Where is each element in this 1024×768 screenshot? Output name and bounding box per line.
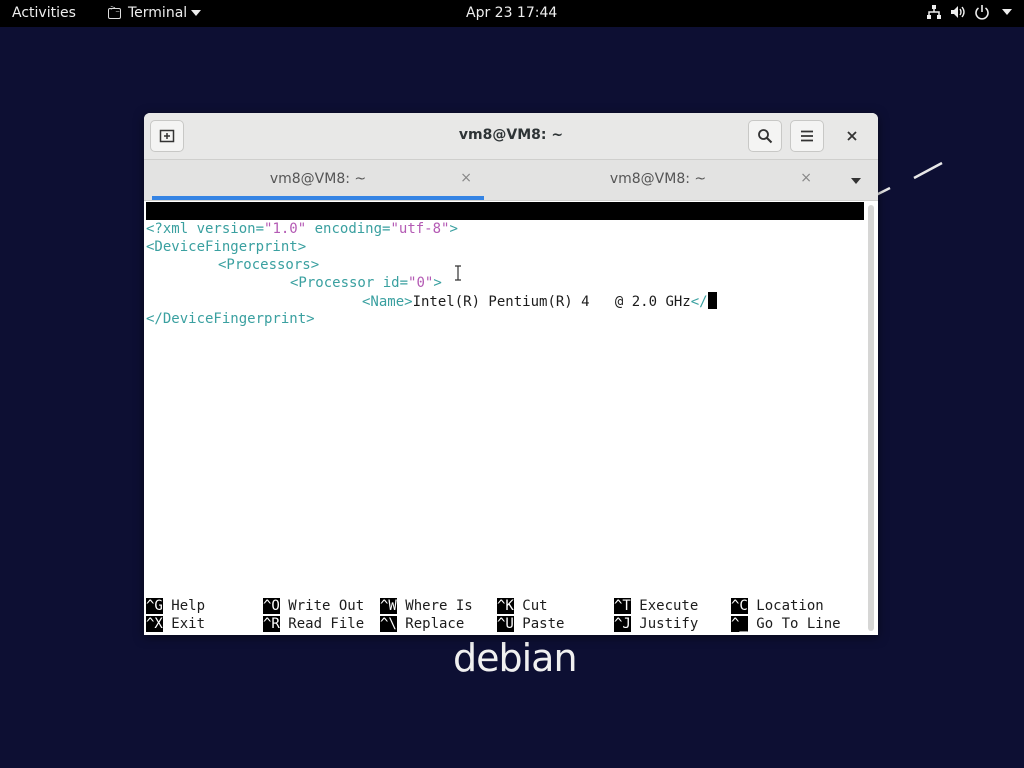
nano-filename: devicefingerprint.xml * xyxy=(432,239,626,255)
debian-logo: debian xyxy=(453,636,578,680)
attr-value: "0" xyxy=(408,275,434,291)
chevron-down-icon xyxy=(191,10,202,16)
shortcut-where-is[interactable]: ^W Where Is xyxy=(380,598,473,614)
shortcut-read-file[interactable]: ^R Read File xyxy=(263,616,364,632)
xml-tag: <Name> xyxy=(362,294,413,310)
xml-decl: <?xml version= xyxy=(146,221,265,237)
tab-label: vm8@VM8: ~ xyxy=(609,171,707,187)
hamburger-icon xyxy=(801,130,813,142)
close-window-button[interactable] xyxy=(842,126,862,146)
volume-icon xyxy=(950,4,966,20)
app-menu-label: Terminal xyxy=(128,5,188,21)
tab-2[interactable]: vm8@VM8: ~ × xyxy=(492,160,824,200)
power-icon xyxy=(974,4,990,20)
shortcut-replace[interactable]: ^\ Replace xyxy=(380,616,464,632)
xml-tag: <DeviceFingerprint> xyxy=(146,239,307,255)
close-tab-icon[interactable]: × xyxy=(800,170,812,186)
shortcut-execute[interactable]: ^T Execute xyxy=(614,598,698,614)
activities-button[interactable]: Activities xyxy=(12,5,76,21)
shortcut-cut[interactable]: ^K Cut xyxy=(497,598,548,614)
text-cursor xyxy=(707,292,717,309)
editor-line: <?xml version="1.0" encoding="utf-8"> xyxy=(146,220,458,238)
system-tray[interactable] xyxy=(926,4,1012,20)
wallpaper-decoration xyxy=(876,161,943,197)
attr-value: "utf-8" xyxy=(390,221,450,237)
shortcut-write-out[interactable]: ^O Write Out xyxy=(263,598,364,614)
editor-line: <Name>Intel(R) Pentium(R) 4 @ 2.0 GHz</ xyxy=(362,292,717,310)
search-button[interactable] xyxy=(748,120,782,152)
shortcut-location[interactable]: ^C Location xyxy=(731,598,824,614)
menu-button[interactable] xyxy=(790,120,824,152)
shortcut-justify[interactable]: ^J Justify xyxy=(614,616,698,632)
xml-tag: <Processors> xyxy=(218,257,320,273)
tabs-dropdown-icon[interactable] xyxy=(850,177,862,185)
scrollbar[interactable] xyxy=(868,205,874,631)
app-menu[interactable]: Terminal xyxy=(108,4,202,21)
xml-tag: > xyxy=(433,275,442,291)
xml-decl: encoding= xyxy=(306,221,391,237)
terminal-area[interactable]: GNU nano 5.4 devicefingerprint.xml * <?x… xyxy=(144,201,866,635)
tab-bar: vm8@VM8: ~ × vm8@VM8: ~ × xyxy=(144,160,878,201)
shortcut-exit[interactable]: ^X Exit xyxy=(146,616,205,632)
xml-text: Intel(R) Pentium(R) 4 @ 2.0 GHz xyxy=(412,294,691,310)
xml-tag: </ xyxy=(690,294,708,310)
ibeam-cursor-icon xyxy=(455,265,461,281)
editor-line: <Processors> xyxy=(218,256,319,274)
terminal-icon xyxy=(108,4,121,19)
shortcut-help[interactable]: ^G Help xyxy=(146,598,205,614)
top-bar: Activities Terminal Apr 23 17:44 xyxy=(0,0,1024,27)
attr-value: "1.0" xyxy=(264,221,307,237)
close-icon xyxy=(847,131,857,141)
tab-label: vm8@VM8: ~ xyxy=(269,171,367,187)
editor-line: <Processor id="0"> xyxy=(290,274,442,292)
active-tab-indicator xyxy=(152,196,484,200)
nano-title-bar: GNU nano 5.4 devicefingerprint.xml * xyxy=(146,202,864,255)
editor-line: </DeviceFingerprint> xyxy=(146,310,315,328)
tab-1[interactable]: vm8@VM8: ~ × xyxy=(152,160,484,200)
shortcut-paste[interactable]: ^U Paste xyxy=(497,616,564,632)
xml-tag: </DeviceFingerprint> xyxy=(146,311,315,327)
clock[interactable]: Apr 23 17:44 xyxy=(466,5,557,21)
header-bar: vm8@VM8: ~ xyxy=(144,113,878,160)
close-tab-icon[interactable]: × xyxy=(460,170,472,186)
xml-decl: > xyxy=(449,221,458,237)
xml-tag: <Processor id= xyxy=(290,275,409,291)
shortcut-go-to-line[interactable]: ^_ Go To Line xyxy=(731,616,841,632)
chevron-down-icon xyxy=(1002,9,1012,15)
editor-line: <DeviceFingerprint> xyxy=(146,238,306,256)
network-icon xyxy=(926,4,942,20)
search-icon xyxy=(758,129,773,144)
terminal-window: vm8@VM8: ~ vm8@VM8: ~ × vm8@VM8: ~ × GNU… xyxy=(144,113,878,635)
